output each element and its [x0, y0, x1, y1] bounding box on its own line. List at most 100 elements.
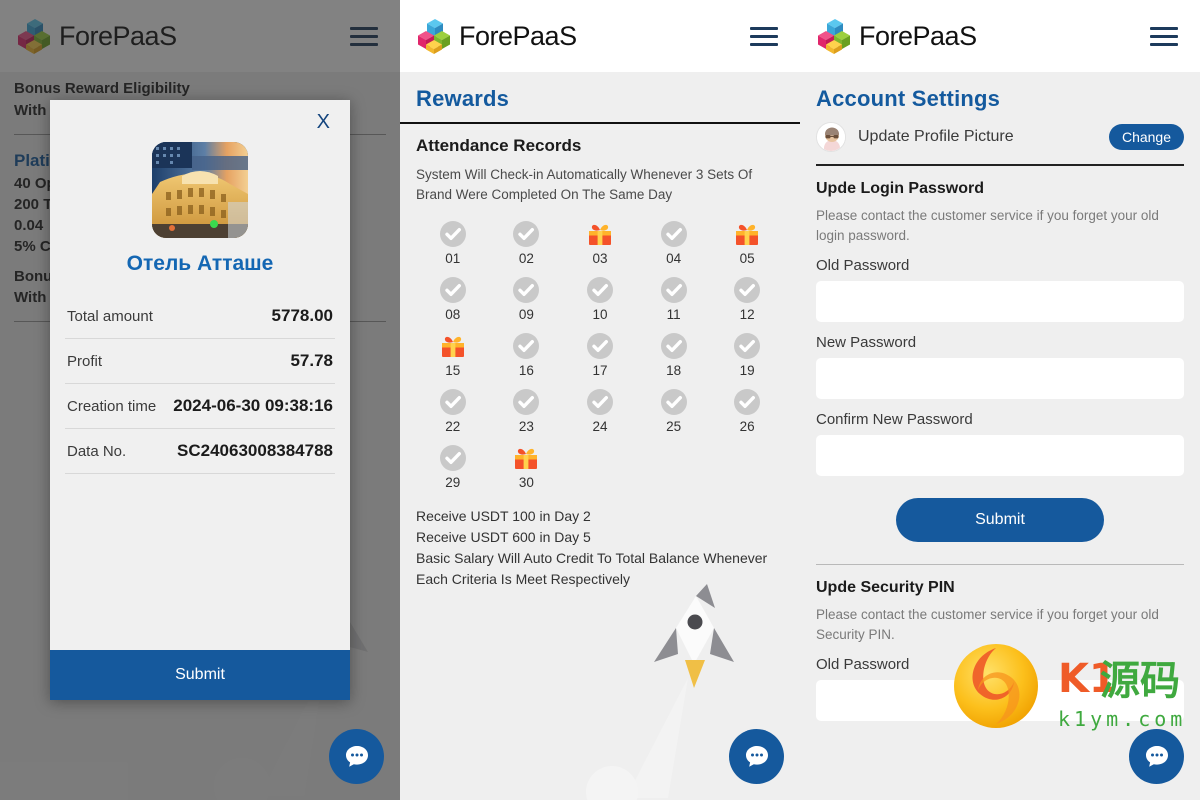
attendance-day-label: 17: [592, 363, 608, 379]
attendance-day-label: 25: [666, 419, 682, 435]
pin-old-password-label: Old Password: [816, 656, 910, 674]
attendance-day-label: 12: [739, 307, 755, 323]
attendance-day-11[interactable]: 11: [637, 276, 711, 322]
attendance-day-label: 26: [739, 419, 755, 435]
confirm-new-password-input[interactable]: [816, 435, 1184, 477]
gift-icon: [439, 332, 467, 360]
attendance-day-01[interactable]: 01: [416, 220, 490, 266]
old-password-input[interactable]: [816, 281, 1184, 323]
attendance-day-label: 18: [666, 363, 682, 379]
check-circle-icon: [733, 276, 761, 304]
gift-icon: [512, 444, 540, 472]
attendance-day-24[interactable]: 24: [563, 388, 637, 434]
attendance-day-label: 19: [739, 363, 755, 379]
attendance-day-label: 04: [666, 251, 682, 267]
hamburger-menu-icon[interactable]: [1150, 26, 1178, 46]
chat-bubble-icon[interactable]: [1129, 729, 1184, 784]
attendance-day-label: 10: [592, 307, 608, 323]
check-circle-icon: [660, 332, 688, 360]
submit-password-button[interactable]: Submit: [896, 498, 1104, 543]
attendance-day-02[interactable]: 02: [490, 220, 564, 266]
pin-old-password-input[interactable]: [816, 680, 1184, 722]
attendance-day-08[interactable]: 08: [416, 276, 490, 322]
page-title-band-rewards: Rewards: [400, 72, 800, 124]
check-circle-icon: [586, 388, 614, 416]
brand-name: ForePaaS: [459, 20, 577, 51]
attendance-day-label: 05: [739, 251, 755, 267]
new-password-label: New Password: [816, 334, 917, 352]
old-password-label: Old Password: [816, 257, 910, 275]
close-icon[interactable]: X: [307, 100, 350, 136]
attendance-day-label: 30: [518, 475, 534, 491]
reward-note-1: Receive USDT 100 in Day 2: [416, 508, 591, 525]
reward-note-2: Receive USDT 600 in Day 5: [416, 529, 591, 546]
check-circle-icon: [512, 220, 540, 248]
new-password-input[interactable]: [816, 358, 1184, 400]
attendance-day-22[interactable]: 22: [416, 388, 490, 434]
confirm-new-password-label: Confirm New Password: [816, 411, 973, 429]
attendance-day-17[interactable]: 17: [563, 332, 637, 378]
attendance-day-09[interactable]: 09: [490, 276, 564, 322]
row-label: Total amount: [67, 307, 153, 325]
app-header-panel3: ForePaaS: [800, 0, 1200, 72]
chat-bubble-icon[interactable]: [329, 729, 384, 784]
gift-icon: [586, 220, 614, 248]
check-circle-icon: [733, 332, 761, 360]
row-label: Creation time: [67, 397, 157, 415]
check-circle-icon: [660, 220, 688, 248]
attendance-day-10[interactable]: 10: [563, 276, 637, 322]
attendance-day-03[interactable]: 03: [563, 220, 637, 266]
check-circle-icon: [512, 332, 540, 360]
change-profile-picture-button[interactable]: Change: [1108, 124, 1184, 150]
reward-note-3: Basic Salary Will Auto Credit To Total B…: [416, 550, 768, 567]
check-circle-icon: [660, 276, 688, 304]
row-value: 5778.00: [271, 306, 333, 325]
row-value: 2024-06-30 09:38:16: [173, 396, 333, 415]
table-row: Creation time 2024-06-30 09:38:16: [65, 384, 335, 429]
panel-rewards: ForePaaS Rewards Attendance Records Syst…: [400, 0, 800, 800]
submit-button[interactable]: Submit: [50, 650, 350, 700]
attendance-day-15[interactable]: 15: [416, 332, 490, 378]
check-circle-icon: [439, 444, 467, 472]
check-circle-icon: [733, 388, 761, 416]
modal-detail-rows: Total amount 5778.00 Profit 57.78 Creati…: [50, 294, 350, 474]
attendance-day-label: 01: [445, 251, 461, 267]
multi-panel-stage: ForePaaS Bonus Reward Eligibility With P…: [0, 0, 1200, 800]
attendance-day-29[interactable]: 29: [416, 444, 490, 490]
attendance-day-25[interactable]: 25: [637, 388, 711, 434]
attendance-day-label: 22: [445, 419, 461, 435]
attendance-day-23[interactable]: 23: [490, 388, 564, 434]
hamburger-menu-icon[interactable]: [750, 26, 778, 46]
table-row: Total amount 5778.00: [65, 294, 335, 339]
attendance-day-26[interactable]: 26: [710, 388, 784, 434]
attendance-day-19[interactable]: 19: [710, 332, 784, 378]
attendance-day-label: 08: [445, 307, 461, 323]
brand-logo-panel3[interactable]: ForePaaS: [818, 18, 977, 54]
attendance-day-12[interactable]: 12: [710, 276, 784, 322]
attendance-day-label: 16: [518, 363, 534, 379]
attendance-day-05[interactable]: 05: [710, 220, 784, 266]
update-security-pin-heading: Upde Security PIN: [816, 579, 955, 597]
update-profile-picture-row: Update Profile Picture Change: [800, 112, 1200, 152]
attendance-day-18[interactable]: 18: [637, 332, 711, 378]
section-title-attendance: Attendance Records: [416, 136, 582, 155]
update-security-pin-note: Please contact the customer service if y…: [816, 607, 1159, 642]
attendance-day-04[interactable]: 04: [637, 220, 711, 266]
attendance-day-label: 03: [592, 251, 608, 267]
attendance-day-16[interactable]: 16: [490, 332, 564, 378]
chat-bubble-icon[interactable]: [729, 729, 784, 784]
modal-spacer: [50, 474, 350, 650]
attendance-day-label: 15: [445, 363, 461, 379]
table-row: Data No. SC24063008384788: [65, 429, 335, 474]
attendance-day-label: 02: [518, 251, 534, 267]
panel-transaction-detail: ForePaaS Bonus Reward Eligibility With P…: [0, 0, 400, 800]
check-circle-icon: [439, 388, 467, 416]
check-circle-icon: [586, 332, 614, 360]
forepaas-cube-logo-icon: [418, 18, 452, 54]
attendance-calendar-grid: 01 02 03 04 05 08 09 10 11 12 15 16 17 18 19 22 23 24 25 26…: [416, 220, 784, 490]
brand-logo-panel2[interactable]: ForePaaS: [418, 18, 577, 54]
attendance-day-30[interactable]: 30: [490, 444, 564, 490]
page-title-wrap-account: Account Settings: [800, 72, 1200, 112]
brand-name: ForePaaS: [859, 20, 977, 51]
check-circle-icon: [660, 388, 688, 416]
